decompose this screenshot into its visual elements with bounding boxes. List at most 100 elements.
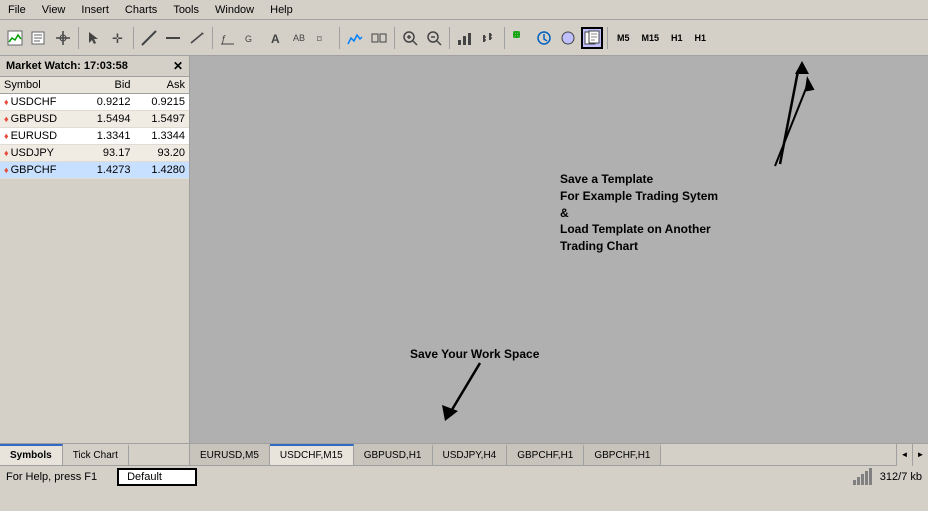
template-btn[interactable] xyxy=(581,27,603,49)
sep2 xyxy=(133,27,134,49)
svg-text:ƒ: ƒ xyxy=(221,34,227,45)
market-watch-title: Market Watch: 17:03:58 xyxy=(6,60,128,72)
svg-text:✛: ✛ xyxy=(112,31,123,46)
theme-btn[interactable] xyxy=(557,27,579,49)
add-indicator-btn[interactable] xyxy=(509,27,531,49)
workspace-annotation: Save Your Work Space xyxy=(410,346,539,363)
fib-btn[interactable]: ƒ xyxy=(217,27,239,49)
shapes-btn[interactable]: ⌑ xyxy=(313,27,335,49)
market-watch-close-btn[interactable]: ✕ xyxy=(173,59,183,73)
row-ask: 93.20 xyxy=(134,145,189,162)
row-bid: 93.17 xyxy=(80,145,135,162)
svg-text:G: G xyxy=(245,34,252,44)
menu-help[interactable]: Help xyxy=(262,2,301,18)
col-bid: Bid xyxy=(80,77,135,94)
indicators-btn[interactable] xyxy=(344,27,366,49)
signal-bars xyxy=(853,468,872,485)
timeframe-h1-btn[interactable]: H1 xyxy=(666,27,688,49)
col-symbol: Symbol xyxy=(0,77,80,94)
menu-tools[interactable]: Tools xyxy=(165,2,207,18)
toolbar: ✛ ƒ G A AB ⌑ xyxy=(0,20,928,56)
row-symbol: ♦EURUSD xyxy=(0,128,80,145)
tab-tick-chart[interactable]: Tick Chart xyxy=(63,444,129,465)
tab-symbols[interactable]: Symbols xyxy=(0,444,63,465)
chart-tab-0[interactable]: EURUSD,M5 xyxy=(190,444,270,465)
market-watch-row[interactable]: ♦GBPCHF 1.4273 1.4280 xyxy=(0,162,189,179)
chart-history-btn[interactable] xyxy=(454,27,476,49)
menu-file[interactable]: File xyxy=(0,2,34,18)
chart-tab-5[interactable]: GBPCHF,H1 xyxy=(584,444,661,465)
chart-tab-3[interactable]: USDJPY,H4 xyxy=(433,444,508,465)
menu-insert[interactable]: Insert xyxy=(73,2,117,18)
trendline-btn[interactable] xyxy=(186,27,208,49)
svg-text:A: A xyxy=(271,32,280,46)
market-watch-row[interactable]: ♦GBPUSD 1.5494 1.5497 xyxy=(0,111,189,128)
svg-text:AB: AB xyxy=(293,33,305,43)
row-symbol: ♦USDJPY xyxy=(0,145,80,162)
gann-btn[interactable]: G xyxy=(241,27,263,49)
hline-btn[interactable] xyxy=(162,27,184,49)
timeframe-m15-btn[interactable]: M15 xyxy=(637,27,665,49)
profiles-btn[interactable] xyxy=(28,27,50,49)
menu-window[interactable]: Window xyxy=(207,2,262,18)
row-symbol: ♦GBPUSD xyxy=(0,111,80,128)
row-bid: 1.3341 xyxy=(80,128,135,145)
bar3 xyxy=(861,474,864,485)
row-ask: 1.5497 xyxy=(134,111,189,128)
chart-area: Save a Template For Example Trading Syte… xyxy=(190,56,928,465)
label-btn[interactable]: AB xyxy=(289,27,311,49)
crosshair-btn[interactable] xyxy=(52,27,74,49)
row-ask: 1.3344 xyxy=(134,128,189,145)
sep6 xyxy=(449,27,450,49)
row-ask: 0.9215 xyxy=(134,94,189,111)
chart-type-btn[interactable] xyxy=(478,27,500,49)
zoom-out-btn[interactable] xyxy=(423,27,445,49)
menu-bar: File View Insert Charts Tools Window Hel… xyxy=(0,0,928,20)
sep4 xyxy=(339,27,340,49)
left-panel: Market Watch: 17:03:58 ✕ Symbol Bid Ask … xyxy=(0,56,190,465)
arrow-cursor-btn[interactable] xyxy=(83,27,105,49)
workspace-name-box[interactable]: Default xyxy=(117,468,197,486)
market-watch-row[interactable]: ♦USDJPY 93.17 93.20 xyxy=(0,145,189,162)
chart-tab-2[interactable]: GBPUSD,H1 xyxy=(354,444,433,465)
market-watch-row[interactable]: ♦EURUSD 1.3341 1.3344 xyxy=(0,128,189,145)
market-watch-row[interactable]: ♦USDCHF 0.9212 0.9215 xyxy=(0,94,189,111)
sep7 xyxy=(504,27,505,49)
zoom-in-btn[interactable] xyxy=(399,27,421,49)
svg-text:⌑: ⌑ xyxy=(317,34,322,44)
timeframe-m5-btn[interactable]: M5 xyxy=(612,27,635,49)
scroll-left-btn[interactable]: ◄ xyxy=(896,444,912,466)
sep8 xyxy=(607,27,608,49)
col-ask: Ask xyxy=(134,77,189,94)
line-btn[interactable] xyxy=(138,27,160,49)
row-ask: 1.4280 xyxy=(134,162,189,179)
row-bid: 0.9212 xyxy=(80,94,135,111)
menu-charts[interactable]: Charts xyxy=(117,2,165,18)
sep5 xyxy=(394,27,395,49)
main-layout: Market Watch: 17:03:58 ✕ Symbol Bid Ask … xyxy=(0,56,928,465)
sep3 xyxy=(212,27,213,49)
row-symbol: ♦USDCHF xyxy=(0,94,80,111)
status-help-text: For Help, press F1 xyxy=(6,471,97,483)
status-right: 312/7 kb xyxy=(853,468,922,485)
bar1 xyxy=(853,480,856,485)
chart-tab-scroll: ◄ ► xyxy=(896,444,928,466)
market-watch-body: ♦USDCHF 0.9212 0.9215 ♦GBPUSD 1.5494 1.5… xyxy=(0,94,189,179)
left-panel-tabs: Symbols Tick Chart xyxy=(0,443,189,465)
menu-view[interactable]: View xyxy=(34,2,74,18)
timeframe-h1b-btn[interactable]: H1 xyxy=(690,27,712,49)
period-sep-btn[interactable] xyxy=(368,27,390,49)
bar4 xyxy=(865,471,868,485)
market-watch-header: Market Watch: 17:03:58 ✕ xyxy=(0,56,189,77)
new-chart-btn[interactable] xyxy=(4,27,26,49)
chart-tab-1[interactable]: USDCHF,M15 xyxy=(270,444,354,465)
scroll-right-btn[interactable]: ► xyxy=(912,444,928,466)
sep1 xyxy=(78,27,79,49)
text-btn[interactable]: A xyxy=(265,27,287,49)
market-watch-btn[interactable] xyxy=(533,27,555,49)
move-btn[interactable]: ✛ xyxy=(107,27,129,49)
row-bid: 1.4273 xyxy=(80,162,135,179)
chart-content: Save a Template For Example Trading Syte… xyxy=(190,56,928,443)
row-bid: 1.5494 xyxy=(80,111,135,128)
chart-tab-4[interactable]: GBPCHF,H1 xyxy=(507,444,584,465)
